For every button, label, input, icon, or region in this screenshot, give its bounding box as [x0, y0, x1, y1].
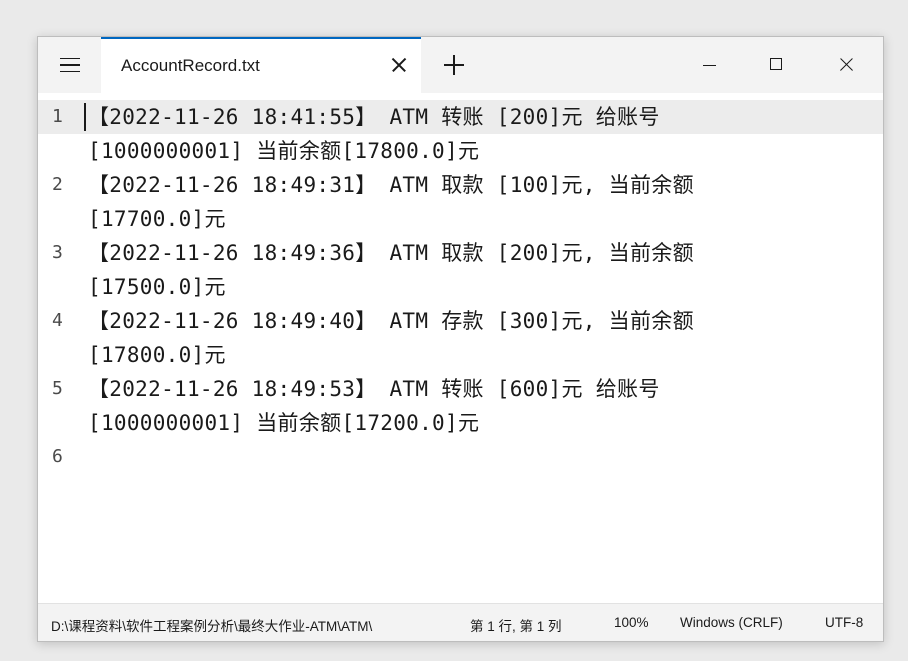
text-editor[interactable]: 1 【2022-11-26 18:41:55】 ATM 转账 [200]元 给账…	[38, 93, 883, 603]
zoom-level[interactable]: 100%	[614, 615, 649, 630]
line-number: 4	[52, 310, 63, 331]
file-path: D:\课程资料\软件工程案例分析\最终大作业-ATM\ATM\	[51, 619, 373, 634]
line-number: 2	[52, 174, 63, 195]
window-close-icon[interactable]	[824, 47, 870, 83]
line-text: 【2022-11-26 18:49:36】 ATM 取款 [200]元, 当前余…	[88, 241, 694, 265]
tab-title: AccountRecord.txt	[121, 56, 260, 75]
line-text-wrap: [17800.0]元	[88, 343, 226, 367]
line-number: 1	[52, 106, 63, 127]
line-number: 6	[52, 446, 63, 467]
hamburger-menu-icon[interactable]	[48, 47, 92, 83]
line-text: 【2022-11-26 18:49:31】 ATM 取款 [100]元, 当前余…	[88, 173, 694, 197]
line-number: 5	[52, 378, 63, 399]
cursor-position[interactable]: 第 1 行, 第 1 列	[470, 615, 562, 635]
tab-account-record[interactable]: AccountRecord.txt	[101, 37, 421, 93]
encoding[interactable]: UTF-8	[825, 615, 863, 630]
line-text: 【2022-11-26 18:49:40】 ATM 存款 [300]元, 当前余…	[88, 309, 694, 333]
minimize-icon[interactable]	[686, 47, 732, 83]
line-number: 3	[52, 242, 63, 263]
line-text-wrap: [1000000001] 当前余额[17800.0]元	[88, 139, 480, 163]
maximize-icon[interactable]	[754, 47, 800, 83]
new-tab-plus-icon[interactable]	[438, 49, 470, 81]
line-text-wrap: [17700.0]元	[88, 207, 226, 231]
line-text: 【2022-11-26 18:49:53】 ATM 转账 [600]元 给账号	[88, 377, 660, 401]
tab-close-icon[interactable]	[385, 51, 413, 79]
title-bar: AccountRecord.txt	[38, 37, 883, 93]
line-text-wrap: [1000000001] 当前余额[17200.0]元	[88, 411, 480, 435]
line-ending[interactable]: Windows (CRLF)	[680, 615, 783, 630]
line-text: 【2022-11-26 18:41:55】 ATM 转账 [200]元 给账号	[88, 105, 660, 129]
status-bar: D:\课程资料\软件工程案例分析\最终大作业-ATM\ATM\ 第 1 行, 第…	[38, 603, 883, 641]
line-text-wrap: [17500.0]元	[88, 275, 226, 299]
notepad-window: AccountRecord.txt 1 【2022-11-26 18:41:55…	[37, 36, 884, 642]
text-caret	[84, 103, 86, 131]
